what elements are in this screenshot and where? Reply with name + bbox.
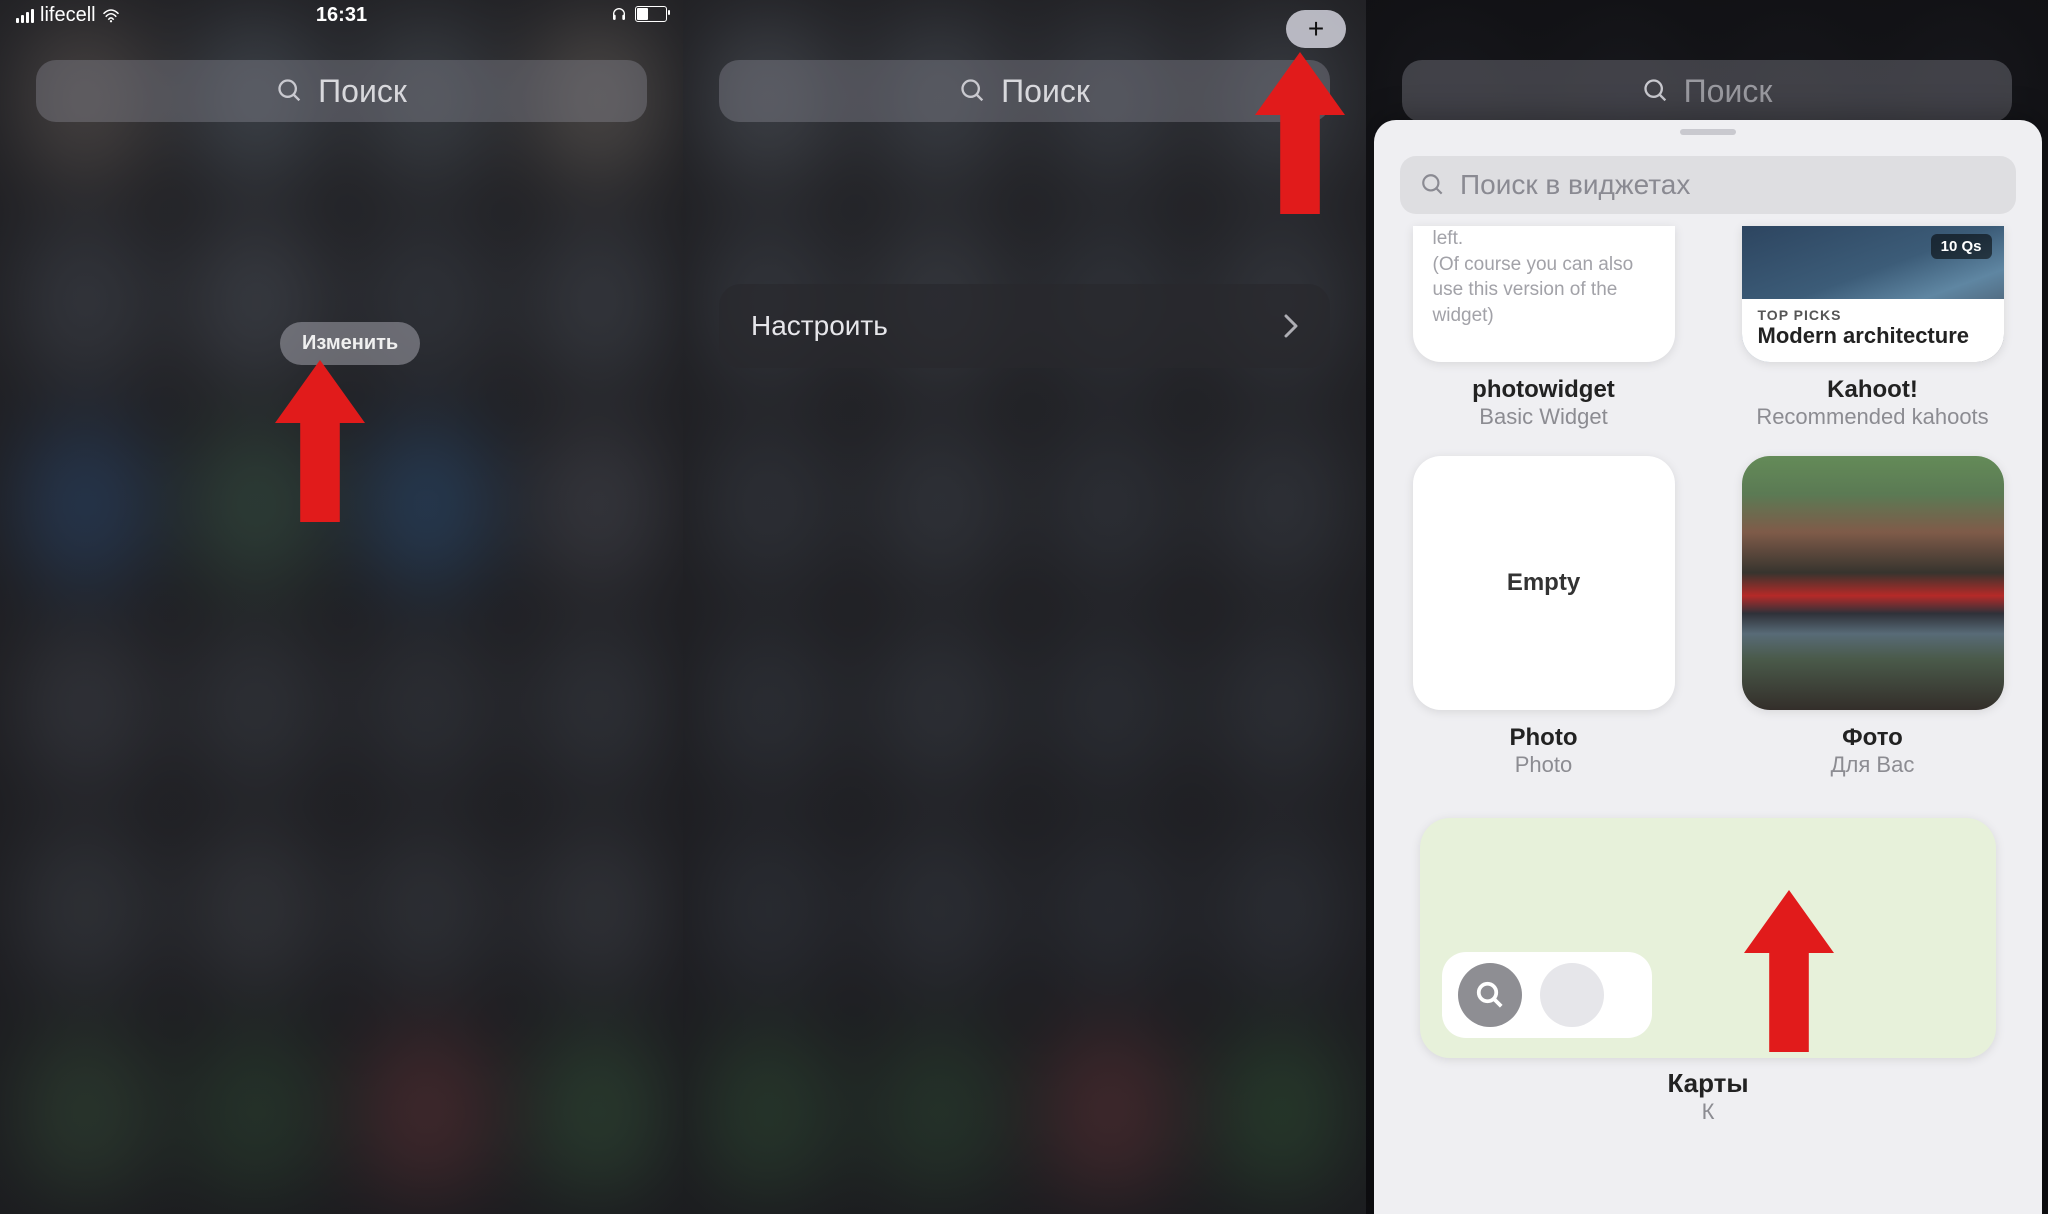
- empty-label: Empty: [1507, 569, 1580, 597]
- search-placeholder: Поиск: [318, 73, 407, 110]
- status-bar: lifecell 16:31: [0, 0, 683, 40]
- question-count-badge: 10 Qs: [1931, 234, 1992, 259]
- widget-grid-scroll[interactable]: left. (Of course you can also use this v…: [1374, 226, 2042, 1214]
- panel-step-2: + Поиск Настроить: [683, 0, 1366, 1214]
- widget-gallery-sheet: Поиск в виджетах left. (Of course you ca…: [1374, 120, 2042, 1214]
- widget-item-photo-empty[interactable]: Empty Photo Photo: [1398, 456, 1689, 778]
- today-search-field-dimmed: Поиск: [1402, 60, 2012, 122]
- widget-item-kahoot[interactable]: 10 Qs TOP PICKS Modern architecture Kaho…: [1727, 226, 2018, 430]
- search-icon: [276, 77, 304, 105]
- search-icon: [1475, 980, 1505, 1010]
- edit-button[interactable]: Изменить: [280, 322, 420, 365]
- maps-destination-search: [1458, 963, 1522, 1027]
- headphones-icon: [611, 6, 627, 22]
- battery-icon: [635, 6, 667, 22]
- search-icon: [1642, 77, 1670, 105]
- add-widget-button[interactable]: +: [1286, 10, 1346, 48]
- widget-item-maps[interactable]: Карты К: [1398, 818, 2018, 1125]
- search-placeholder: Поиск: [1684, 73, 1773, 110]
- widget-search-field[interactable]: Поиск в виджетах: [1400, 156, 2016, 214]
- maps-destination-placeholder: [1540, 963, 1604, 1027]
- panel-step-1: lifecell 16:31 Поиск Изменить: [0, 0, 683, 1214]
- chevron-right-icon: [1284, 314, 1298, 338]
- today-search-field[interactable]: Поиск: [719, 60, 1330, 122]
- configure-row[interactable]: Настроить: [719, 284, 1330, 368]
- widget-preview-text: left. (Of course you can also use this v…: [1413, 226, 1675, 329]
- search-icon: [959, 77, 987, 105]
- status-time: 16:31: [0, 4, 683, 27]
- search-icon: [1420, 172, 1446, 198]
- widget-item-photowidget[interactable]: left. (Of course you can also use this v…: [1398, 226, 1689, 430]
- today-search-field[interactable]: Поиск: [36, 60, 647, 122]
- plus-icon: +: [1308, 15, 1324, 43]
- widget-item-photo-foryou[interactable]: Фото Для Вас: [1727, 456, 2018, 778]
- sheet-grabber[interactable]: [1680, 129, 1736, 135]
- photo-preview-image: [1742, 456, 2004, 710]
- configure-label: Настроить: [751, 310, 888, 342]
- search-placeholder: Поиск: [1001, 73, 1090, 110]
- panel-step-3: Поиск Поиск в виджетах left. (Of course …: [1366, 0, 2048, 1214]
- widget-search-placeholder: Поиск в виджетах: [1460, 169, 1690, 201]
